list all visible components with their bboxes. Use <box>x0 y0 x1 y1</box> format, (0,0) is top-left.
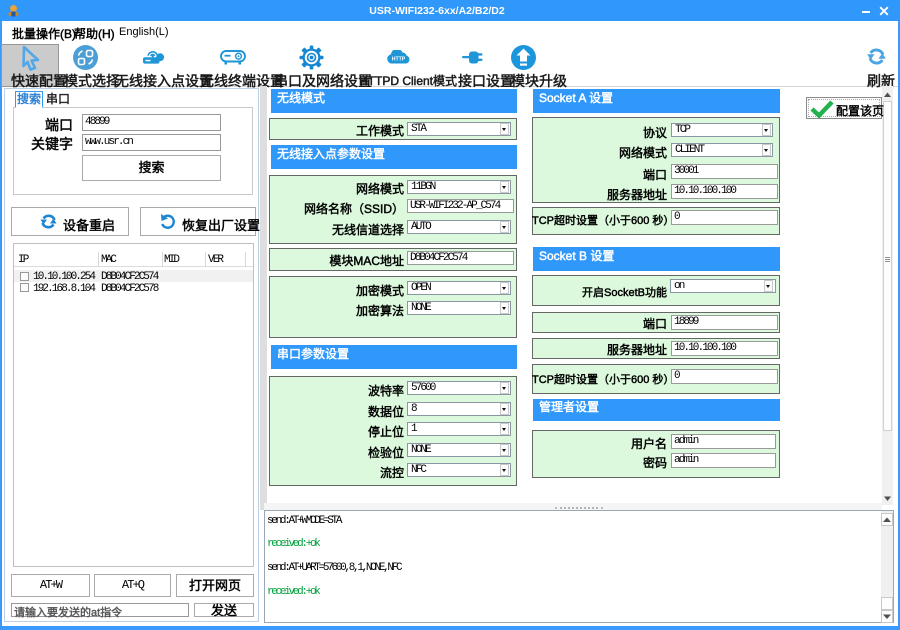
svg-text:HTTP: HTTP <box>392 57 406 63</box>
